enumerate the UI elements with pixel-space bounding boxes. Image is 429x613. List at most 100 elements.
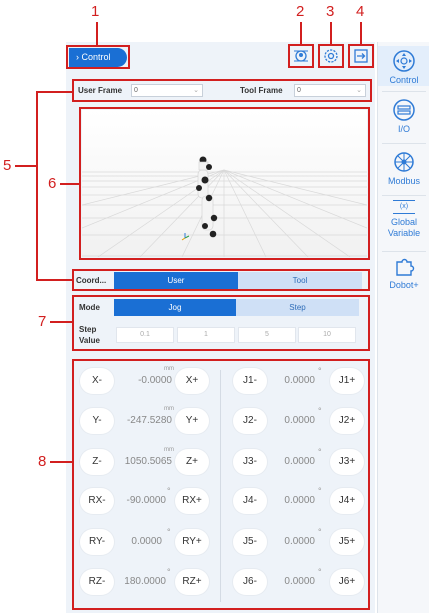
tool-frame-select[interactable]: 0 ⌄: [294, 84, 366, 97]
tool-frame-value: 0: [297, 87, 301, 94]
robot-3d-view[interactable]: [82, 110, 367, 257]
sidebar-divider: [382, 195, 426, 196]
callout-line-7: [50, 321, 73, 323]
sidebar-divider: [382, 251, 426, 252]
sidebar-item-label: I/O: [397, 124, 410, 134]
j4-unit: °: [318, 486, 322, 496]
rz-value: 180.0000: [124, 576, 166, 587]
j1-unit: °: [318, 366, 322, 376]
callout-line-3: [330, 22, 332, 45]
callout-line-4: [360, 22, 362, 45]
modbus-icon: [394, 152, 414, 172]
rx-plus-button[interactable]: RX+: [175, 488, 209, 514]
robot-3d-scene: [82, 110, 367, 257]
rx-value: -90.0000: [126, 495, 166, 506]
rz-plus-button[interactable]: RZ+: [175, 569, 209, 595]
sidebar-item-global-variable[interactable]: (x) Global Variable: [378, 198, 429, 248]
j5-unit: °: [318, 527, 322, 537]
sidebar-item-dobot-plus[interactable]: Dobot+: [378, 254, 429, 296]
coord-label: Coord...: [76, 276, 107, 285]
sidebar-divider: [382, 91, 426, 92]
page: Control I/O Modbus (x) Global Variable D…: [0, 0, 429, 613]
user-frame-select[interactable]: 0 ⌄: [131, 84, 203, 97]
exit-icon[interactable]: [352, 47, 370, 65]
x-minus-button[interactable]: X-: [80, 368, 114, 394]
tool-frame-label: Tool Frame: [240, 86, 283, 95]
right-sidebar: Control I/O Modbus (x) Global Variable D…: [377, 42, 429, 613]
step-value-option[interactable]: 0.1: [116, 327, 174, 343]
j2-plus-button[interactable]: J2+: [330, 408, 364, 434]
j1-plus-button[interactable]: J1+: [330, 368, 364, 394]
rx-unit: °: [167, 486, 171, 496]
callout-5: 5: [3, 157, 12, 174]
callout-2: 2: [296, 3, 305, 20]
x-plus-button[interactable]: X+: [175, 368, 209, 394]
callout-bracket-5-top: [36, 91, 73, 93]
j4-plus-button[interactable]: J4+: [330, 488, 364, 514]
step-value-option[interactable]: 10: [298, 327, 356, 343]
ry-unit: °: [167, 527, 171, 537]
j2-value: 0.0000: [284, 415, 315, 426]
control-button[interactable]: › Control: [69, 48, 127, 67]
callout-7: 7: [38, 313, 47, 330]
sidebar-item-modbus[interactable]: Modbus: [378, 148, 429, 190]
sidebar-item-label: Control: [389, 75, 419, 85]
j6-unit: °: [318, 567, 322, 577]
callout-line-1: [96, 22, 98, 46]
callout-line-5: [15, 165, 37, 167]
coord-tool-option[interactable]: Tool: [238, 272, 362, 289]
step-value-option[interactable]: 5: [238, 327, 296, 343]
j2-unit: °: [318, 406, 322, 416]
ry-plus-button[interactable]: RY+: [175, 529, 209, 555]
coord-user-option[interactable]: User: [114, 272, 238, 289]
callout-line-6: [60, 183, 80, 185]
step-value-label-line2: Value: [79, 336, 100, 345]
z-plus-button[interactable]: Z+: [175, 449, 209, 475]
gear-icon[interactable]: [322, 47, 340, 65]
user-frame-value: 0: [134, 87, 138, 94]
callout-4: 4: [356, 3, 365, 20]
chevron-right-icon: ›: [76, 52, 79, 62]
x-unit: mm: [164, 366, 174, 372]
callout-3: 3: [326, 3, 335, 20]
y-value: -247.5280: [126, 415, 172, 426]
step-value-option[interactable]: 1: [177, 327, 235, 343]
callout-1: 1: [91, 3, 100, 20]
sidebar-item-label: Global: [390, 217, 417, 227]
sidebar-item-label: Dobot+: [389, 280, 419, 290]
control-icon: [393, 50, 415, 72]
step-value-label-line1: Step: [79, 325, 97, 334]
callout-line-8: [50, 461, 73, 463]
global-variable-icon: (x): [393, 200, 415, 214]
y-plus-button[interactable]: Y+: [175, 408, 209, 434]
user-frame-label: User Frame: [78, 86, 123, 95]
x-value: -0.0000: [138, 375, 172, 386]
io-icon: [393, 99, 415, 121]
jog-panel-divider: [220, 370, 221, 602]
z-unit: mm: [164, 447, 174, 453]
sidebar-item-io[interactable]: I/O: [378, 96, 429, 138]
j3-value: 0.0000: [284, 456, 315, 467]
sidebar-item-label: Variable: [387, 228, 421, 238]
mode-label: Mode: [79, 303, 100, 312]
rz-unit: °: [167, 567, 171, 577]
callout-line-2: [300, 22, 302, 45]
chevron-down-icon: ⌄: [356, 87, 362, 94]
callout-6: 6: [48, 175, 57, 192]
dobot-plus-icon: [396, 258, 415, 276]
y-minus-button[interactable]: Y-: [80, 408, 114, 434]
z-minus-button[interactable]: Z-: [80, 449, 114, 475]
j3-plus-button[interactable]: J3+: [330, 449, 364, 475]
mode-jog-option[interactable]: Jog: [114, 299, 236, 316]
pin-icon[interactable]: [292, 47, 310, 65]
j5-plus-button[interactable]: J5+: [330, 529, 364, 555]
ry-value: 0.0000: [131, 536, 162, 547]
j3-unit: °: [318, 447, 322, 457]
j5-value: 0.0000: [284, 536, 315, 547]
sidebar-item-control[interactable]: Control: [378, 46, 429, 86]
callout-8: 8: [38, 453, 47, 470]
j6-plus-button[interactable]: J6+: [330, 569, 364, 595]
y-unit: mm: [164, 406, 174, 412]
mode-step-option[interactable]: Step: [236, 299, 359, 316]
j1-value: 0.0000: [284, 375, 315, 386]
